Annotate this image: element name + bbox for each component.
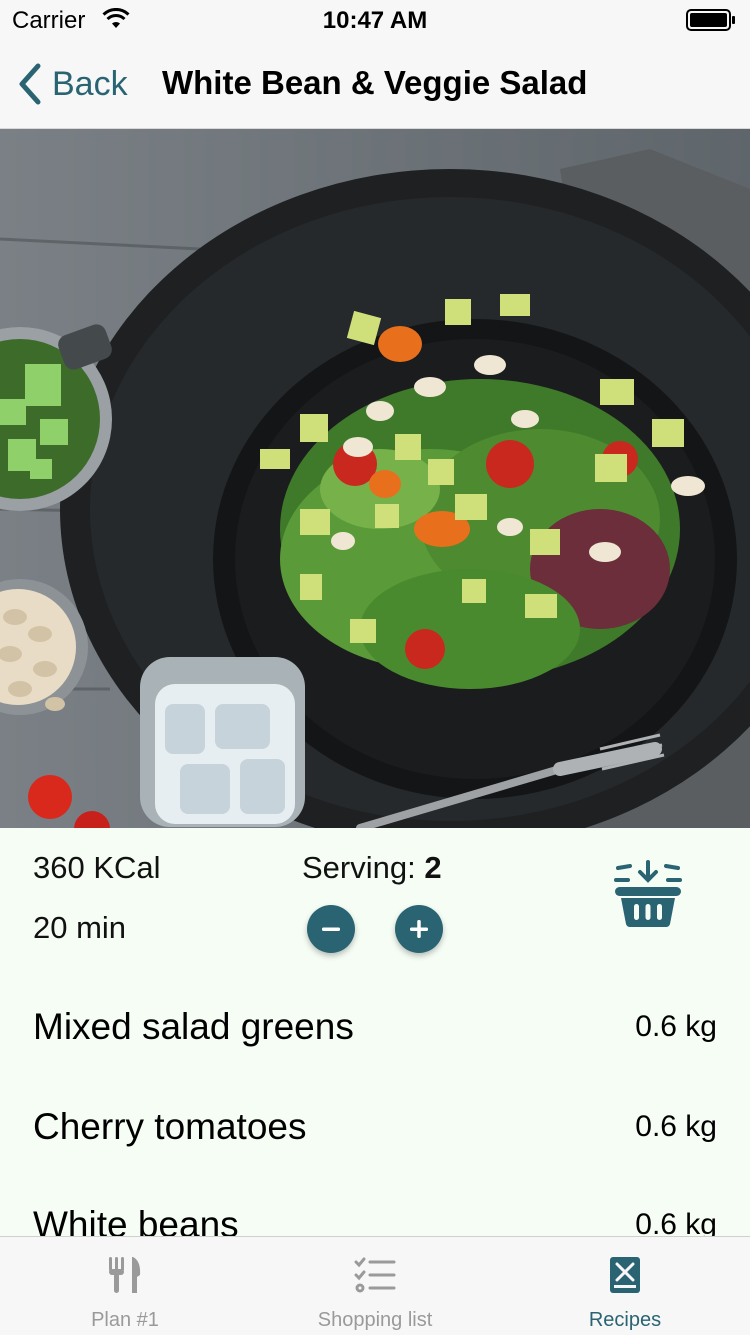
- serving-count: 2: [424, 850, 442, 885]
- tab-label: Plan #1: [91, 1309, 159, 1331]
- tab-shopping-list[interactable]: Shopping list: [250, 1237, 500, 1335]
- recipe-book-icon: [610, 1257, 640, 1293]
- tab-recipes[interactable]: Recipes: [500, 1237, 750, 1335]
- plus-icon: [410, 920, 428, 938]
- navigation-bar: Back White Bean & Veggie Salad: [0, 40, 750, 129]
- page-title: White Bean & Veggie Salad: [162, 64, 588, 101]
- tab-plan[interactable]: Plan #1: [0, 1237, 250, 1335]
- chevron-left-icon: [19, 63, 41, 105]
- ingredient-list: Mixed salad greens 0.6 kg Cherry tomatoe…: [0, 968, 750, 1236]
- fork-knife-icon: [109, 1257, 141, 1293]
- checklist-icon: [354, 1257, 396, 1293]
- tab-bar: Plan #1 Shopping list Recipes: [0, 1236, 750, 1335]
- back-button[interactable]: Back: [16, 62, 128, 106]
- tab-label: Shopping list: [317, 1309, 433, 1331]
- ingredient-quantity: 0.6 kg: [635, 1110, 717, 1143]
- list-item[interactable]: Mixed salad greens 0.6 kg: [0, 968, 750, 1068]
- ingredient-name: Mixed salad greens: [33, 1006, 354, 1047]
- calories-label: 360 KCal: [33, 850, 161, 885]
- recipe-info: 360 KCal 20 min Serving: 2: [0, 828, 750, 968]
- minus-icon: [322, 927, 340, 931]
- battery-icon: [686, 9, 735, 31]
- list-item[interactable]: White beans 0.6 kg: [0, 1166, 750, 1236]
- list-item[interactable]: Cherry tomatoes 0.6 kg: [0, 1068, 750, 1168]
- ingredient-quantity: 0.6 kg: [635, 1208, 717, 1236]
- add-to-basket-button[interactable]: [612, 858, 684, 930]
- ingredient-name: White beans: [33, 1204, 239, 1236]
- ingredient-name: Cherry tomatoes: [33, 1106, 307, 1147]
- duration-label: 20 min: [33, 910, 127, 945]
- recipe-photo: [0, 129, 750, 828]
- clock: 10:47 AM: [322, 7, 428, 34]
- back-label: Back: [52, 64, 128, 103]
- decrease-serving-button[interactable]: [307, 905, 355, 953]
- basket-download-icon: [614, 860, 682, 927]
- ingredient-quantity: 0.6 kg: [635, 1010, 717, 1043]
- serving-display: Serving: 2: [302, 850, 442, 886]
- serving-label: Serving:: [302, 850, 416, 885]
- status-bar: Carrier 10:47 AM: [0, 0, 750, 40]
- tab-label: Recipes: [588, 1309, 662, 1331]
- increase-serving-button[interactable]: [395, 905, 443, 953]
